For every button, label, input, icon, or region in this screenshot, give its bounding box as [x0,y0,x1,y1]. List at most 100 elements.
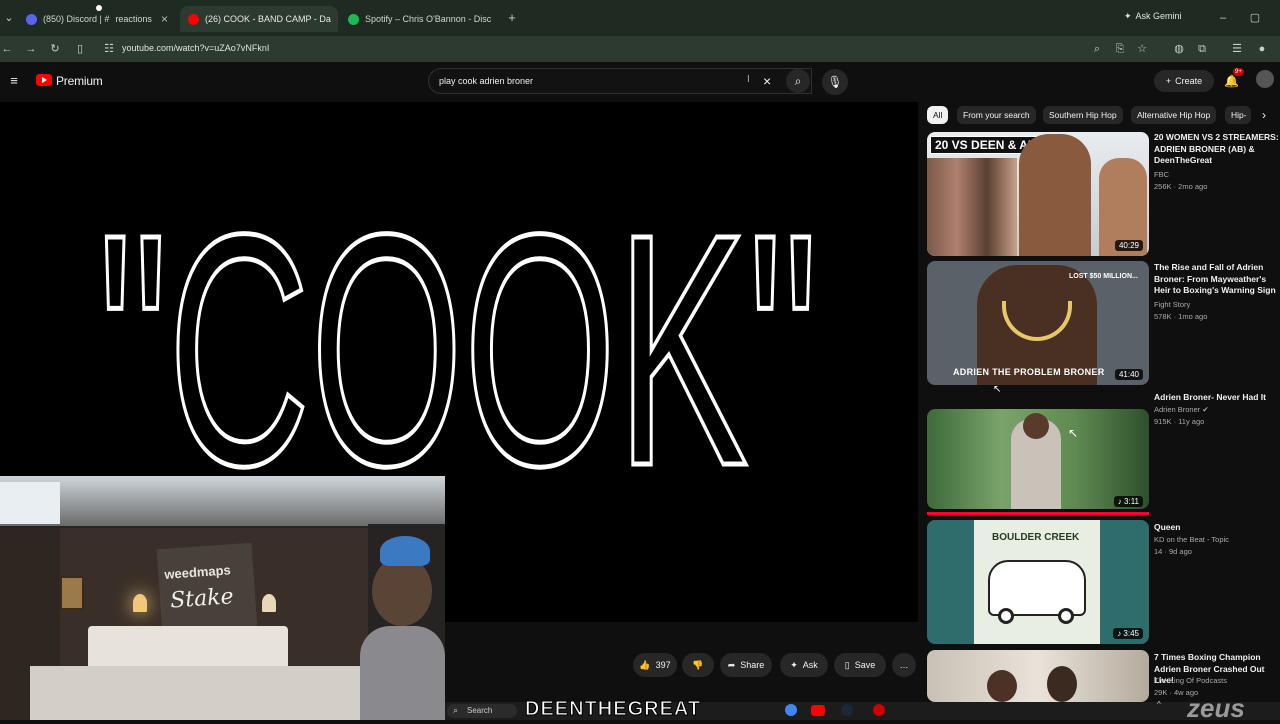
taskbar-search[interactable]: ⌕ Search [447,704,517,718]
rec-thumbnail-2[interactable]: LOST $50 MILLION... ADRIEN THE PROBLEM B… [927,261,1149,385]
notification-badge: 9+ [1233,68,1244,76]
search-icon: ⌕ [453,705,459,715]
rec-channel-4[interactable]: KD on the Beat - Topic [1154,535,1229,544]
minimize-icon[interactable]: – [1216,11,1230,25]
chip-hip-hop[interactable]: Hip- [1225,106,1251,124]
taskbar: ⌕ Search DEENTHEGREAT ^ zeus [445,693,1280,723]
gemini-icon: ✦ [1124,11,1132,21]
chevron-up-icon[interactable]: ^ [1157,700,1161,709]
rec-title-2[interactable]: The Rise and Fall of Adrien Broner: From… [1154,262,1280,297]
share-button[interactable]: ➦ Share [720,653,772,677]
chevron-right-icon[interactable]: › [1262,108,1266,122]
rec-channel-3[interactable]: Adrien Broner ✔ [1154,405,1209,414]
clear-search-icon[interactable]: × [763,73,771,89]
duration-badge: 41:40 [1114,369,1143,380]
menu-icon[interactable]: ☰ [1230,42,1244,56]
chip-all[interactable]: All [927,106,949,124]
site-info-icon[interactable]: ☷ [102,42,116,56]
thumbnail-overlay-text-2: LOST $50 MILLION... [1069,273,1138,280]
cast-icon[interactable]: ⎘ [1113,42,1127,56]
tab-youtube[interactable]: (26) COOK - BAND CAMP - Da × [180,6,338,32]
rec-title-3[interactable]: Adrien Broner- Never Had It [1154,392,1280,404]
ask-label: Ask [802,660,818,670]
rec-thumbnail-4[interactable]: BOULDER CREEK ♪ 3:45 [927,520,1149,644]
hamburger-menu-icon[interactable]: ≡ [7,74,21,88]
bell-icon: 🔔 [1224,74,1239,88]
rec-thumbnail-5[interactable] [927,650,1149,702]
taskbar-search-label: Search [467,706,493,715]
duration-badge: ♪ 3:11 [1113,496,1143,507]
obs-icon[interactable] [873,704,885,716]
profile-icon[interactable]: ● [1255,42,1269,56]
url-field[interactable]: youtube.com/watch?v=uZAo7vNFknI [122,43,269,53]
new-tab-button[interactable]: + [505,11,519,25]
notifications-button[interactable]: 🔔 9+ [1224,68,1244,90]
maximize-icon[interactable]: ▢ [1248,11,1262,25]
zeus-watermark: zeus [1187,693,1245,723]
youtube-logo[interactable] [36,74,52,86]
stake-sign: Stake [169,584,235,614]
more-icon: … [899,660,909,670]
rec-channel-5[interactable]: The King Of Podcasts [1154,676,1227,685]
avatar[interactable] [1256,70,1274,88]
share-label: Share [740,660,765,670]
forward-icon[interactable]: → [24,42,38,56]
youtube-taskbar-icon[interactable] [811,705,825,716]
watch-progress-bar [927,512,1149,515]
tab-list-icon[interactable]: ⌄ [2,11,16,25]
thumbnail-overlay-text: BOULDER CREEK [992,532,1080,543]
rec-channel-1[interactable]: FBC [1154,170,1169,179]
close-icon[interactable]: × [337,12,338,26]
steam-icon[interactable] [841,704,853,716]
tab-title: (26) COOK - BAND CAMP - Da [205,14,331,24]
sidebar-icon[interactable]: ▯ [73,42,87,56]
create-label: Create [1175,76,1203,86]
chip-alternative-hip-hop[interactable]: Alternative Hip Hop [1131,106,1217,124]
mic-icon: 🎙 [827,75,843,89]
extension-icon[interactable]: ◍ [1172,42,1186,56]
close-icon[interactable]: × [497,12,498,26]
rec-meta-2: 578K · 1mo ago [1154,312,1208,321]
chip-southern-hip-hop[interactable]: Southern Hip Hop [1043,106,1123,124]
spotify-icon [348,13,359,25]
save-label: Save [854,660,876,670]
premium-label: Premium [56,74,103,88]
chip-from-your-search[interactable]: From your search [957,106,1036,124]
create-button[interactable]: + Create [1154,70,1214,92]
rec-channel-2[interactable]: Fight Story [1154,300,1190,309]
back-icon[interactable]: ← [0,42,14,56]
extensions-icon[interactable]: ⧉ [1195,42,1209,56]
address-bar: ← → ↻ ▯ ☷ youtube.com/watch?v=uZAo7vNFkn… [0,36,1280,62]
dislike-button[interactable]: 👎 [682,653,714,677]
mouse-cursor-icon: ↖ [993,384,1002,395]
rec-meta-4: 14 · 9d ago [1154,547,1192,556]
zoom-icon[interactable]: ⌕ [1090,42,1104,56]
voice-search-button[interactable]: 🎙 [822,69,848,95]
rec-thumbnail-1[interactable]: 20 VS DEEN & AB 40:29 [927,132,1149,256]
ask-gemini-button[interactable]: ✦ Ask Gemini [1124,11,1182,22]
rec-title-1[interactable]: 20 WOMEN VS 2 STREAMERS: ADRIEN BRONER (… [1154,132,1280,167]
search-input[interactable]: play cook adrien broner I × [428,68,812,94]
browser-tab-bar: ⌄ (850) Discord | # reactions × (26) COO… [0,0,1280,36]
more-actions-button[interactable]: … [892,653,916,677]
ask-button[interactable]: ✦ Ask [780,653,828,677]
apple-logo-icon [96,5,102,11]
plus-icon: + [1165,76,1172,86]
save-button[interactable]: ▯ Save [834,653,886,677]
like-count: 397 [655,660,671,670]
search-button[interactable]: ⌕ [786,69,810,93]
like-button[interactable]: 👍 397 [633,653,677,677]
tab-spotify[interactable]: Spotify – Chris O'Bannon - Disc × [340,6,498,32]
rec-meta-1: 256K · 2mo ago [1154,182,1208,191]
reload-icon[interactable]: ↻ [48,42,62,56]
tab-title: (850) Discord | # [43,14,110,24]
bookmark-star-icon[interactable]: ☆ [1135,42,1149,56]
share-icon: ➦ [727,659,736,670]
duration-badge: ♪ 3:45 [1113,628,1143,639]
chrome-icon[interactable] [785,704,797,716]
bookmark-icon: ▯ [844,659,850,670]
close-icon[interactable]: × [161,12,168,26]
rec-thumbnail-3[interactable]: ♪ 3:11 [927,409,1149,509]
webcam-overlay: weedmaps Stake [0,476,445,720]
rec-title-4[interactable]: Queen [1154,522,1280,534]
